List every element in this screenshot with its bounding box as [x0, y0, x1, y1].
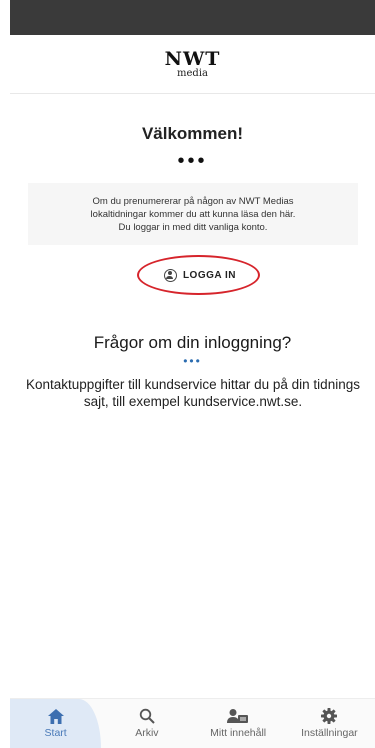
nav-label: Arkiv — [135, 727, 159, 739]
help-text: Kontaktuppgifter till kundservice hittar… — [26, 377, 360, 409]
logo-subtitle: media — [177, 67, 208, 79]
login-label: LOGGA IN — [182, 269, 237, 281]
logo: NWT — [164, 47, 221, 70]
gear-icon — [321, 708, 338, 724]
bottom-nav: Start Arkiv Mitt innehåll Inställningar — [10, 698, 375, 748]
search-icon — [139, 708, 155, 724]
dots-divider: ••• — [177, 150, 208, 172]
status-bar — [10, 0, 375, 35]
nav-label: Inställningar — [301, 727, 358, 739]
nav-item-start[interactable]: Start — [10, 699, 102, 748]
welcome-title: Välkommen! — [141, 124, 244, 143]
user-card-icon — [227, 708, 249, 724]
nav-label: Start — [44, 726, 67, 739]
info-line: lokaltidningar kommer du att kunna läsa … — [90, 208, 296, 220]
info-line: Du loggar in med ditt vanliga konto. — [118, 221, 268, 233]
account-circle-icon — [163, 268, 177, 282]
dots-divider-blue: ••• — [183, 354, 202, 368]
nav-item-installningar[interactable]: Inställningar — [284, 699, 375, 748]
login-button[interactable]: LOGGA IN — [150, 262, 250, 288]
info-line: Om du prenumererar på någon av NWT Media… — [92, 195, 294, 207]
nav-item-arkiv[interactable]: Arkiv — [101, 699, 192, 748]
app-header: NWT media — [10, 35, 375, 94]
nav-label: Mitt innehåll — [210, 727, 267, 739]
info-box: Om du prenumererar på någon av NWT Media… — [28, 183, 358, 245]
home-icon — [47, 708, 64, 724]
help-title: Frågor om din inloggning? — [93, 333, 292, 352]
nav-item-mitt-innehall[interactable]: Mitt innehåll — [193, 699, 284, 748]
